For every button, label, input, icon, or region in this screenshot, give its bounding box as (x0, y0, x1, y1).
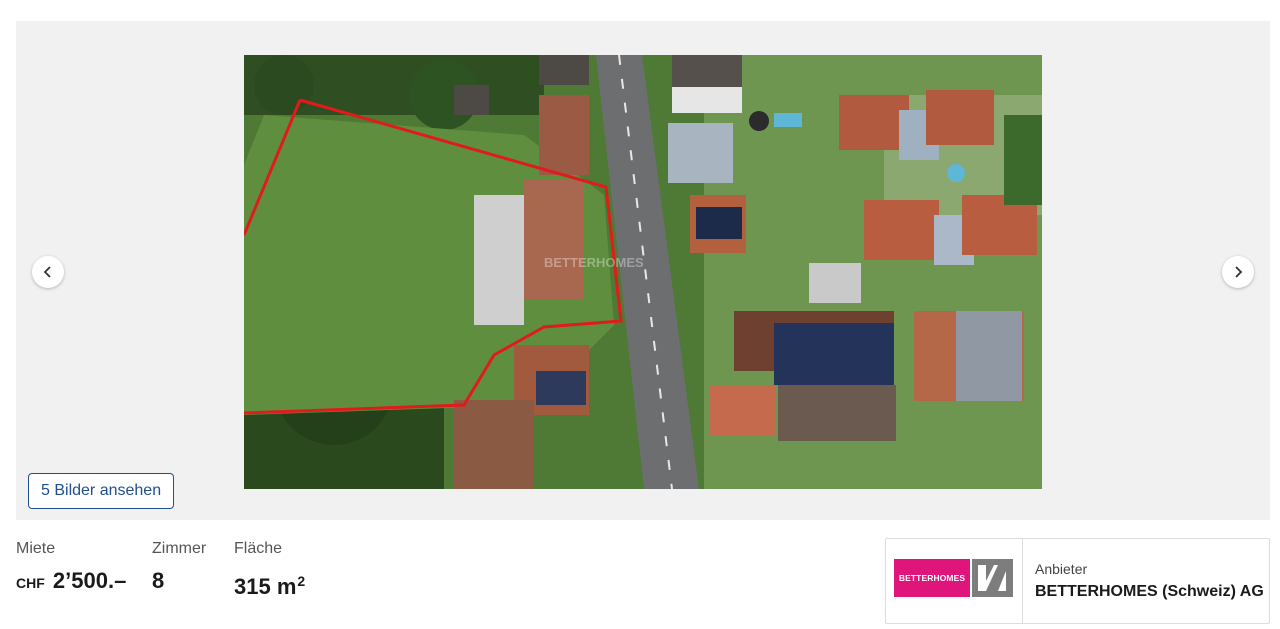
photo-watermark: BETTERHOMES (544, 255, 644, 270)
aerial-photo-illustration: BETTERHOMES (244, 55, 1042, 489)
next-image-button[interactable] (1222, 256, 1254, 288)
rent-value: CHF 2’500.– (16, 568, 126, 596)
image-gallery: BETTERHOMES 5 Bilder ansehen (16, 21, 1270, 520)
rooms-label: Zimmer (152, 540, 207, 557)
provider-logo: BETTERHOMES (886, 539, 1023, 623)
area-label: Fläche (234, 540, 283, 557)
rooms-fact: Zimmer 8 (152, 539, 206, 594)
rent-fact: Miete CHF 2’500.– (16, 539, 126, 596)
provider-card[interactable]: BETTERHOMES Anbieter BETTERHOMES (Schwei… (885, 538, 1270, 624)
provider-logo-mark-icon (972, 559, 1013, 597)
view-images-button[interactable]: 5 Bilder ansehen (28, 473, 175, 509)
area-unit-exponent: 2 (297, 573, 306, 589)
area-value: 315 m2 (234, 568, 305, 600)
chevron-right-icon (1235, 266, 1243, 278)
rent-currency: CHF (16, 575, 45, 591)
listing-page: BETTERHOMES 5 Bilder ansehen Miete CHF 2… (0, 0, 1280, 629)
prev-image-button[interactable] (32, 256, 64, 288)
rooms-value: 8 (152, 568, 165, 593)
area-fact: Fläche 315 m2 (234, 539, 305, 600)
property-aerial-photo[interactable]: BETTERHOMES (244, 55, 1042, 489)
provider-label: Anbieter (1035, 561, 1088, 577)
chevron-left-icon (43, 266, 51, 278)
area-amount: 315 m (234, 574, 297, 599)
provider-name: BETTERHOMES (Schweiz) AG (1035, 583, 1264, 600)
rent-amount: 2’500.– (52, 568, 127, 593)
provider-logo-wordmark: BETTERHOMES (894, 559, 970, 597)
rent-label: Miete (16, 540, 56, 557)
